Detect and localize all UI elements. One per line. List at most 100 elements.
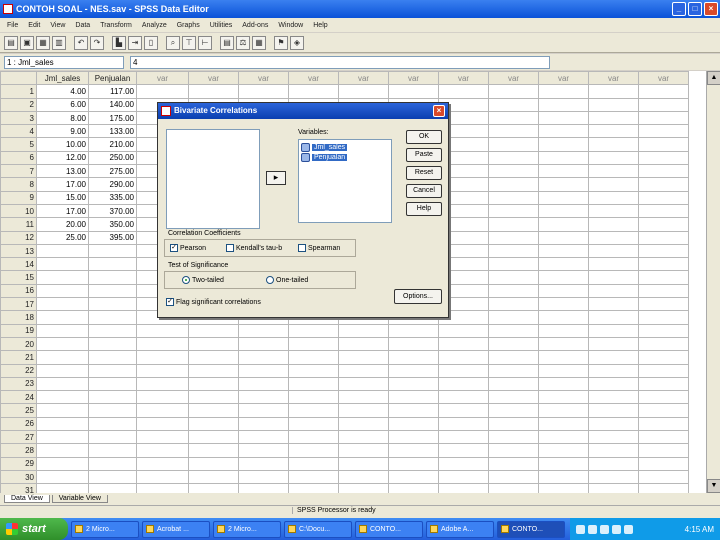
taskbar-item-active[interactable]: CONTO... xyxy=(497,520,565,538)
data-cell[interactable] xyxy=(388,443,439,458)
data-cell[interactable] xyxy=(136,469,189,485)
data-cell[interactable] xyxy=(288,336,339,352)
menu-help[interactable]: Help xyxy=(308,22,332,29)
data-cell[interactable] xyxy=(638,336,689,352)
data-cell[interactable] xyxy=(288,84,339,99)
pearson-checkbox[interactable]: ✓ Pearson xyxy=(170,244,206,252)
data-cell[interactable] xyxy=(36,283,89,299)
scroll-up-icon[interactable]: ▲ xyxy=(707,71,720,85)
data-cell[interactable] xyxy=(238,469,289,485)
menu-graphs[interactable]: Graphs xyxy=(172,22,205,29)
row-header[interactable]: 9 xyxy=(0,190,37,205)
data-cell[interactable]: 6.00 xyxy=(36,97,89,112)
empty-variable-header[interactable]: var xyxy=(188,71,239,86)
data-cell[interactable] xyxy=(388,363,439,378)
data-cell[interactable] xyxy=(638,363,689,378)
data-cell[interactable] xyxy=(238,336,289,352)
data-cell[interactable]: 12.00 xyxy=(36,150,89,166)
menu-transform[interactable]: Transform xyxy=(95,22,137,29)
data-cell[interactable] xyxy=(238,350,289,365)
data-cell[interactable] xyxy=(188,469,239,485)
row-header[interactable]: 14 xyxy=(0,257,37,272)
data-cell[interactable] xyxy=(136,443,189,458)
data-cell[interactable] xyxy=(538,376,589,392)
data-cell[interactable] xyxy=(36,376,89,392)
flag-significant-checkbox[interactable]: ✓ Flag significant correlations xyxy=(166,298,261,306)
data-cell[interactable] xyxy=(488,310,539,325)
data-cell[interactable] xyxy=(238,363,289,378)
data-cell[interactable] xyxy=(36,257,89,272)
undo-icon[interactable]: ↶ xyxy=(74,35,88,50)
data-cell[interactable] xyxy=(338,416,389,432)
empty-variable-header[interactable]: var xyxy=(388,71,439,86)
data-cell[interactable] xyxy=(638,190,689,205)
data-cell[interactable] xyxy=(136,390,189,405)
data-cell[interactable] xyxy=(638,390,689,405)
data-cell[interactable] xyxy=(88,336,137,352)
data-cell[interactable] xyxy=(638,203,689,219)
empty-variable-header[interactable]: var xyxy=(588,71,639,86)
data-cell[interactable] xyxy=(588,443,639,458)
open-icon[interactable]: ▤ xyxy=(4,35,18,50)
taskbar-item[interactable]: Acrobat ... xyxy=(142,520,210,538)
data-cell[interactable] xyxy=(588,350,639,365)
scroll-down-icon[interactable]: ▼ xyxy=(707,479,720,493)
data-cell[interactable] xyxy=(488,270,539,285)
data-cell[interactable] xyxy=(438,363,489,378)
column-header[interactable]: Penjualan xyxy=(88,71,137,86)
data-cell[interactable] xyxy=(588,456,639,471)
data-cell[interactable] xyxy=(538,137,589,152)
row-header[interactable]: 12 xyxy=(0,230,37,245)
print-icon[interactable]: ▦ xyxy=(36,35,50,50)
data-cell[interactable] xyxy=(188,84,239,99)
data-cell[interactable] xyxy=(438,336,489,352)
tray-icon[interactable] xyxy=(612,524,621,534)
data-cell[interactable] xyxy=(238,323,289,338)
data-cell[interactable] xyxy=(88,403,137,418)
data-cell[interactable] xyxy=(638,124,689,139)
data-cell[interactable] xyxy=(36,403,89,418)
minimize-button[interactable]: _ xyxy=(672,2,686,16)
data-cell[interactable] xyxy=(88,430,137,445)
data-cell[interactable]: 395.00 xyxy=(88,230,137,245)
cancel-button[interactable]: Cancel xyxy=(406,184,442,198)
data-cell[interactable] xyxy=(638,97,689,112)
row-header[interactable]: 30 xyxy=(0,469,37,485)
data-cell[interactable]: 13.00 xyxy=(36,164,89,179)
menu-view[interactable]: View xyxy=(45,22,70,29)
empty-variable-header[interactable]: var xyxy=(638,71,689,86)
taskbar-item[interactable]: CONTO... xyxy=(355,520,423,538)
data-cell[interactable] xyxy=(88,350,137,365)
row-header[interactable]: 2 xyxy=(0,97,37,112)
variables-icon[interactable]: ▯ xyxy=(144,35,158,50)
data-cell[interactable] xyxy=(488,483,539,493)
data-cell[interactable] xyxy=(288,483,339,493)
row-header[interactable]: 7 xyxy=(0,164,37,179)
data-cell[interactable] xyxy=(638,416,689,432)
data-cell[interactable] xyxy=(588,469,639,485)
data-cell[interactable] xyxy=(238,390,289,405)
goto-chart-icon[interactable]: ▙ xyxy=(112,35,126,50)
data-cell[interactable] xyxy=(288,350,339,365)
one-tailed-radio[interactable]: One-tailed xyxy=(266,276,308,284)
data-cell[interactable] xyxy=(188,403,239,418)
data-cell[interactable] xyxy=(488,283,539,299)
data-cell[interactable] xyxy=(438,456,489,471)
data-cell[interactable]: 370.00 xyxy=(88,203,137,219)
close-button[interactable]: × xyxy=(704,2,718,16)
data-cell[interactable]: 290.00 xyxy=(88,177,137,192)
data-cell[interactable] xyxy=(136,403,189,418)
data-cell[interactable] xyxy=(36,310,89,325)
data-cell[interactable] xyxy=(588,97,639,112)
data-cell[interactable] xyxy=(188,323,239,338)
data-cell[interactable] xyxy=(188,350,239,365)
data-cell[interactable] xyxy=(88,390,137,405)
data-cell[interactable] xyxy=(388,390,439,405)
empty-variable-header[interactable]: var xyxy=(288,71,339,86)
data-cell[interactable] xyxy=(88,283,137,299)
data-cell[interactable] xyxy=(588,164,639,179)
data-cell[interactable] xyxy=(36,297,89,312)
data-cell[interactable] xyxy=(538,283,589,299)
row-header[interactable]: 19 xyxy=(0,323,37,338)
row-header[interactable]: 17 xyxy=(0,297,37,312)
